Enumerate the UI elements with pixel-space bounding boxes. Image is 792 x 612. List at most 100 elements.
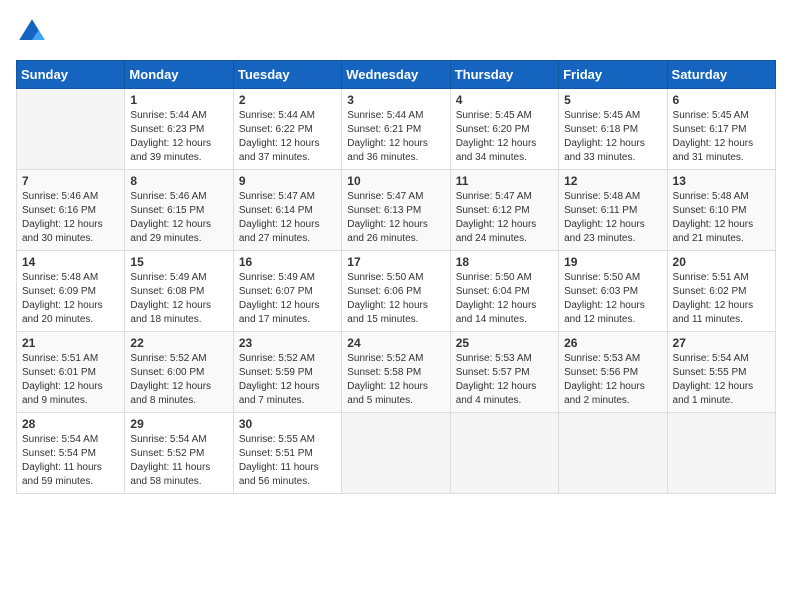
day-number: 10: [347, 174, 444, 188]
calendar-cell: 21 Sunrise: 5:51 AM Sunset: 6:01 PM Dayli…: [17, 332, 125, 413]
calendar-cell: 2 Sunrise: 5:44 AM Sunset: 6:22 PM Daylig…: [233, 89, 341, 170]
calendar-cell: [559, 413, 667, 494]
calendar-cell: [667, 413, 775, 494]
calendar-cell: 16 Sunrise: 5:49 AM Sunset: 6:07 PM Dayli…: [233, 251, 341, 332]
calendar-cell: 22 Sunrise: 5:52 AM Sunset: 6:00 PM Dayli…: [125, 332, 233, 413]
calendar-week-3: 14 Sunrise: 5:48 AM Sunset: 6:09 PM Dayli…: [17, 251, 776, 332]
day-number: 26: [564, 336, 661, 350]
calendar-cell: 4 Sunrise: 5:45 AM Sunset: 6:20 PM Daylig…: [450, 89, 558, 170]
day-number: 12: [564, 174, 661, 188]
day-number: 1: [130, 93, 227, 107]
day-number: 17: [347, 255, 444, 269]
calendar-cell: 7Sunrise: 5:46 AM Sunset: 6:16 PM Daylig…: [17, 170, 125, 251]
calendar-cell: 9 Sunrise: 5:47 AM Sunset: 6:14 PM Daylig…: [233, 170, 341, 251]
day-info: Sunrise: 5:50 AM Sunset: 6:06 PM Dayligh…: [347, 271, 444, 327]
day-number: 13: [673, 174, 770, 188]
calendar-cell: 15Sunrise: 5:49 AM Sunset: 6:08 PM Dayli…: [125, 251, 233, 332]
calendar-cell: 8 Sunrise: 5:46 AM Sunset: 6:15 PM Daylig…: [125, 170, 233, 251]
day-number: 4: [456, 93, 553, 107]
day-number: 28: [22, 417, 119, 431]
day-number: 16: [239, 255, 336, 269]
day-number: 14: [22, 255, 119, 269]
day-number: 23: [239, 336, 336, 350]
day-number: 30: [239, 417, 336, 431]
day-header-monday: Monday: [125, 61, 233, 89]
day-number: 25: [456, 336, 553, 350]
day-info: Sunrise: 5:53 AM Sunset: 5:56 PM Dayligh…: [564, 352, 661, 408]
logo-icon: [16, 16, 48, 48]
day-info: Sunrise: 5:54 AM Sunset: 5:55 PM Dayligh…: [673, 352, 770, 408]
day-info: Sunrise: 5:44 AM Sunset: 6:22 PM Dayligh…: [239, 109, 336, 165]
day-header-saturday: Saturday: [667, 61, 775, 89]
day-info: Sunrise: 5:52 AM Sunset: 6:00 PM Dayligh…: [130, 352, 227, 408]
calendar-cell: [342, 413, 450, 494]
day-number: 27: [673, 336, 770, 350]
calendar-cell: [450, 413, 558, 494]
day-info: Sunrise: 5:54 AM Sunset: 5:52 PM Dayligh…: [130, 433, 227, 489]
day-info: Sunrise: 5:45 AM Sunset: 6:20 PM Dayligh…: [456, 109, 553, 165]
day-header-thursday: Thursday: [450, 61, 558, 89]
calendar-cell: 5 Sunrise: 5:45 AM Sunset: 6:18 PM Daylig…: [559, 89, 667, 170]
day-info: Sunrise: 5:51 AM Sunset: 6:01 PM Dayligh…: [22, 352, 119, 408]
calendar-cell: 13 Sunrise: 5:48 AM Sunset: 6:10 PM Dayli…: [667, 170, 775, 251]
day-info: Sunrise: 5:48 AM Sunset: 6:10 PM Dayligh…: [673, 190, 770, 246]
day-info: Sunrise: 5:50 AM Sunset: 6:03 PM Dayligh…: [564, 271, 661, 327]
day-info: Sunrise: 5:48 AM Sunset: 6:09 PM Dayligh…: [22, 271, 119, 327]
calendar-cell: 12 Sunrise: 5:48 AM Sunset: 6:11 PM Dayli…: [559, 170, 667, 251]
day-info: Sunrise: 5:50 AM Sunset: 6:04 PM Dayligh…: [456, 271, 553, 327]
calendar-cell: 23Sunrise: 5:52 AM Sunset: 5:59 PM Dayli…: [233, 332, 341, 413]
day-info: Sunrise: 5:47 AM Sunset: 6:13 PM Dayligh…: [347, 190, 444, 246]
day-number: 8: [130, 174, 227, 188]
day-number: 24: [347, 336, 444, 350]
day-number: 6: [673, 93, 770, 107]
calendar-cell: 19 Sunrise: 5:50 AM Sunset: 6:03 PM Dayli…: [559, 251, 667, 332]
day-number: 21: [22, 336, 119, 350]
calendar-cell: 28 Sunrise: 5:54 AM Sunset: 5:54 PM Dayli…: [17, 413, 125, 494]
calendar-header-row: SundayMondayTuesdayWednesdayThursdayFrid…: [17, 61, 776, 89]
calendar-cell: 17 Sunrise: 5:50 AM Sunset: 6:06 PM Dayli…: [342, 251, 450, 332]
calendar-cell: 18 Sunrise: 5:50 AM Sunset: 6:04 PM Dayli…: [450, 251, 558, 332]
day-info: Sunrise: 5:49 AM Sunset: 6:07 PM Dayligh…: [239, 271, 336, 327]
day-number: 5: [564, 93, 661, 107]
day-number: 18: [456, 255, 553, 269]
calendar-cell: 29Sunrise: 5:54 AM Sunset: 5:52 PM Dayli…: [125, 413, 233, 494]
day-number: 11: [456, 174, 553, 188]
calendar-cell: 24Sunrise: 5:52 AM Sunset: 5:58 PM Dayli…: [342, 332, 450, 413]
calendar-week-4: 21 Sunrise: 5:51 AM Sunset: 6:01 PM Dayli…: [17, 332, 776, 413]
day-info: Sunrise: 5:46 AM Sunset: 6:15 PM Dayligh…: [130, 190, 227, 246]
calendar-cell: 14 Sunrise: 5:48 AM Sunset: 6:09 PM Dayli…: [17, 251, 125, 332]
calendar-cell: 1 Sunrise: 5:44 AM Sunset: 6:23 PM Daylig…: [125, 89, 233, 170]
calendar-cell: 3Sunrise: 5:44 AM Sunset: 6:21 PM Daylig…: [342, 89, 450, 170]
day-info: Sunrise: 5:54 AM Sunset: 5:54 PM Dayligh…: [22, 433, 119, 489]
day-info: Sunrise: 5:45 AM Sunset: 6:18 PM Dayligh…: [564, 109, 661, 165]
calendar-cell: 27 Sunrise: 5:54 AM Sunset: 5:55 PM Dayli…: [667, 332, 775, 413]
page-header: [16, 16, 776, 48]
day-info: Sunrise: 5:47 AM Sunset: 6:12 PM Dayligh…: [456, 190, 553, 246]
calendar-cell: 26 Sunrise: 5:53 AM Sunset: 5:56 PM Dayli…: [559, 332, 667, 413]
calendar-week-5: 28 Sunrise: 5:54 AM Sunset: 5:54 PM Dayli…: [17, 413, 776, 494]
day-number: 9: [239, 174, 336, 188]
day-header-wednesday: Wednesday: [342, 61, 450, 89]
day-info: Sunrise: 5:44 AM Sunset: 6:23 PM Dayligh…: [130, 109, 227, 165]
calendar-week-1: 1 Sunrise: 5:44 AM Sunset: 6:23 PM Daylig…: [17, 89, 776, 170]
day-number: 15: [130, 255, 227, 269]
calendar-cell: 30 Sunrise: 5:55 AM Sunset: 5:51 PM Dayli…: [233, 413, 341, 494]
day-header-tuesday: Tuesday: [233, 61, 341, 89]
day-info: Sunrise: 5:55 AM Sunset: 5:51 PM Dayligh…: [239, 433, 336, 489]
calendar-cell: 6 Sunrise: 5:45 AM Sunset: 6:17 PM Daylig…: [667, 89, 775, 170]
day-info: Sunrise: 5:45 AM Sunset: 6:17 PM Dayligh…: [673, 109, 770, 165]
calendar-table: SundayMondayTuesdayWednesdayThursdayFrid…: [16, 60, 776, 494]
calendar-cell: 20 Sunrise: 5:51 AM Sunset: 6:02 PM Dayli…: [667, 251, 775, 332]
day-info: Sunrise: 5:44 AM Sunset: 6:21 PM Dayligh…: [347, 109, 444, 165]
calendar-week-2: 7Sunrise: 5:46 AM Sunset: 6:16 PM Daylig…: [17, 170, 776, 251]
day-info: Sunrise: 5:48 AM Sunset: 6:11 PM Dayligh…: [564, 190, 661, 246]
day-info: Sunrise: 5:51 AM Sunset: 6:02 PM Dayligh…: [673, 271, 770, 327]
day-number: 2: [239, 93, 336, 107]
day-number: 19: [564, 255, 661, 269]
day-info: Sunrise: 5:47 AM Sunset: 6:14 PM Dayligh…: [239, 190, 336, 246]
day-header-sunday: Sunday: [17, 61, 125, 89]
logo: [16, 16, 52, 48]
day-header-friday: Friday: [559, 61, 667, 89]
day-number: 20: [673, 255, 770, 269]
day-number: 22: [130, 336, 227, 350]
